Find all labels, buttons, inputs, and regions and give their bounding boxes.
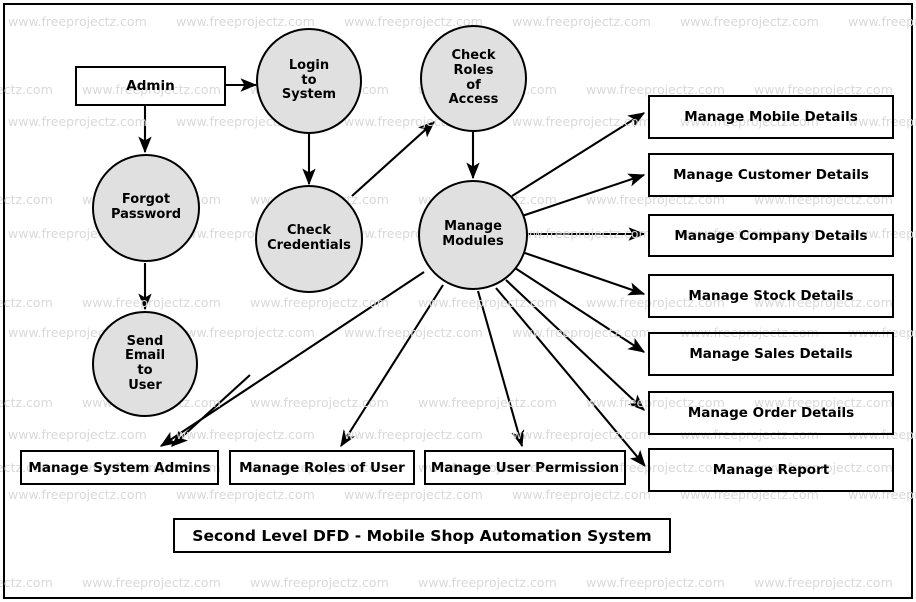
process-check-roles-line-2: Roles: [453, 62, 494, 78]
store-manage-sales-details-label: Manage Sales Details: [689, 346, 853, 362]
process-check-credentials-line-2: Credentials: [267, 238, 351, 253]
dfd-canvas: www.freeprojectz.com www.freeprojectz.com…: [0, 0, 916, 602]
process-send-email-line-3: to: [137, 363, 153, 378]
process-manage-modules-line-1: Manage: [444, 219, 502, 235]
flow-manage-modules-to-stock-details: [521, 251, 646, 296]
store-manage-company-details-label: Manage Company Details: [674, 227, 868, 244]
entity-admin-label: Admin: [126, 78, 175, 94]
store-manage-user-permission-label: Manage User Permission: [430, 459, 620, 476]
flow-check-credentials-to-check-roles: [351, 121, 435, 197]
store-manage-stock-details[interactable]: Manage Stock Details: [648, 274, 894, 318]
process-send-email-to-user[interactable]: Send Email to User: [92, 311, 198, 417]
store-manage-user-permission[interactable]: Manage User Permission: [424, 450, 626, 485]
process-login-line-2: to: [301, 72, 317, 88]
process-check-credentials[interactable]: Check Credentials: [255, 185, 363, 293]
flow-manage-modules-to-manage-roles-of-user: [340, 284, 444, 448]
store-manage-mobile-details-label: Manage Mobile Details: [684, 109, 858, 125]
diagram-title: Second Level DFD - Mobile Shop Automatio…: [192, 526, 652, 545]
process-check-roles-of-access[interactable]: Check Roles of Access: [420, 25, 527, 132]
store-manage-system-admins[interactable]: Manage System Admins: [20, 450, 219, 485]
flow-manage-modules-to-manage-user-permission: [476, 290, 525, 448]
flow-manage-modules-to-mobile-details: [511, 112, 646, 197]
store-manage-report-label: Manage Report: [712, 462, 830, 478]
process-check-roles-line-3: of: [466, 77, 481, 93]
process-login-line-3: System: [281, 87, 337, 103]
flow-manage-modules-to-manage-system-admins: [159, 271, 425, 447]
process-login-line-1: Login: [288, 58, 330, 74]
store-manage-roles-of-user[interactable]: Manage Roles of User: [229, 450, 415, 485]
flow-manage-modules-to-sales-details: [514, 267, 646, 353]
store-manage-company-details[interactable]: Manage Company Details: [648, 214, 894, 257]
process-forgot-password-line-1: Forgot: [121, 192, 171, 208]
process-send-email-line-4: User: [128, 377, 162, 393]
entity-admin[interactable]: Admin: [75, 66, 226, 106]
store-manage-order-details-label: Manage Order Details: [687, 405, 855, 421]
flow-manage-modules-to-manage-report: [495, 287, 646, 467]
process-check-roles-line-1: Check: [451, 48, 496, 64]
store-manage-sales-details[interactable]: Manage Sales Details: [648, 332, 894, 376]
flow-manage-modules-to-customer-details: [521, 173, 646, 217]
store-manage-mobile-details[interactable]: Manage Mobile Details: [648, 95, 894, 139]
process-manage-modules-line-2: Modules: [442, 234, 504, 249]
flow-manage-modules-to-order-details: [505, 279, 645, 411]
process-forgot-password[interactable]: Forgot Password: [92, 154, 200, 262]
process-send-email-line-2: Email: [124, 348, 166, 364]
process-forgot-password-line-2: Password: [110, 207, 182, 222]
process-check-credentials-line-1: Check: [287, 223, 331, 239]
process-login-to-system[interactable]: Login to System: [256, 28, 362, 134]
store-manage-roles-of-user-label: Manage Roles of User: [239, 459, 405, 476]
store-manage-customer-details[interactable]: Manage Customer Details: [648, 153, 894, 197]
store-manage-order-details[interactable]: Manage Order Details: [648, 391, 894, 435]
process-send-email-line-1: Send: [126, 333, 164, 349]
store-manage-report[interactable]: Manage Report: [648, 448, 894, 492]
store-manage-customer-details-label: Manage Customer Details: [673, 167, 869, 183]
store-manage-stock-details-label: Manage Stock Details: [688, 288, 854, 304]
store-manage-system-admins-label: Manage System Admins: [28, 459, 211, 476]
diagram-title-box: Second Level DFD - Mobile Shop Automatio…: [173, 518, 671, 553]
process-manage-modules[interactable]: Manage Modules: [418, 180, 528, 290]
process-check-roles-line-4: Access: [448, 92, 499, 108]
